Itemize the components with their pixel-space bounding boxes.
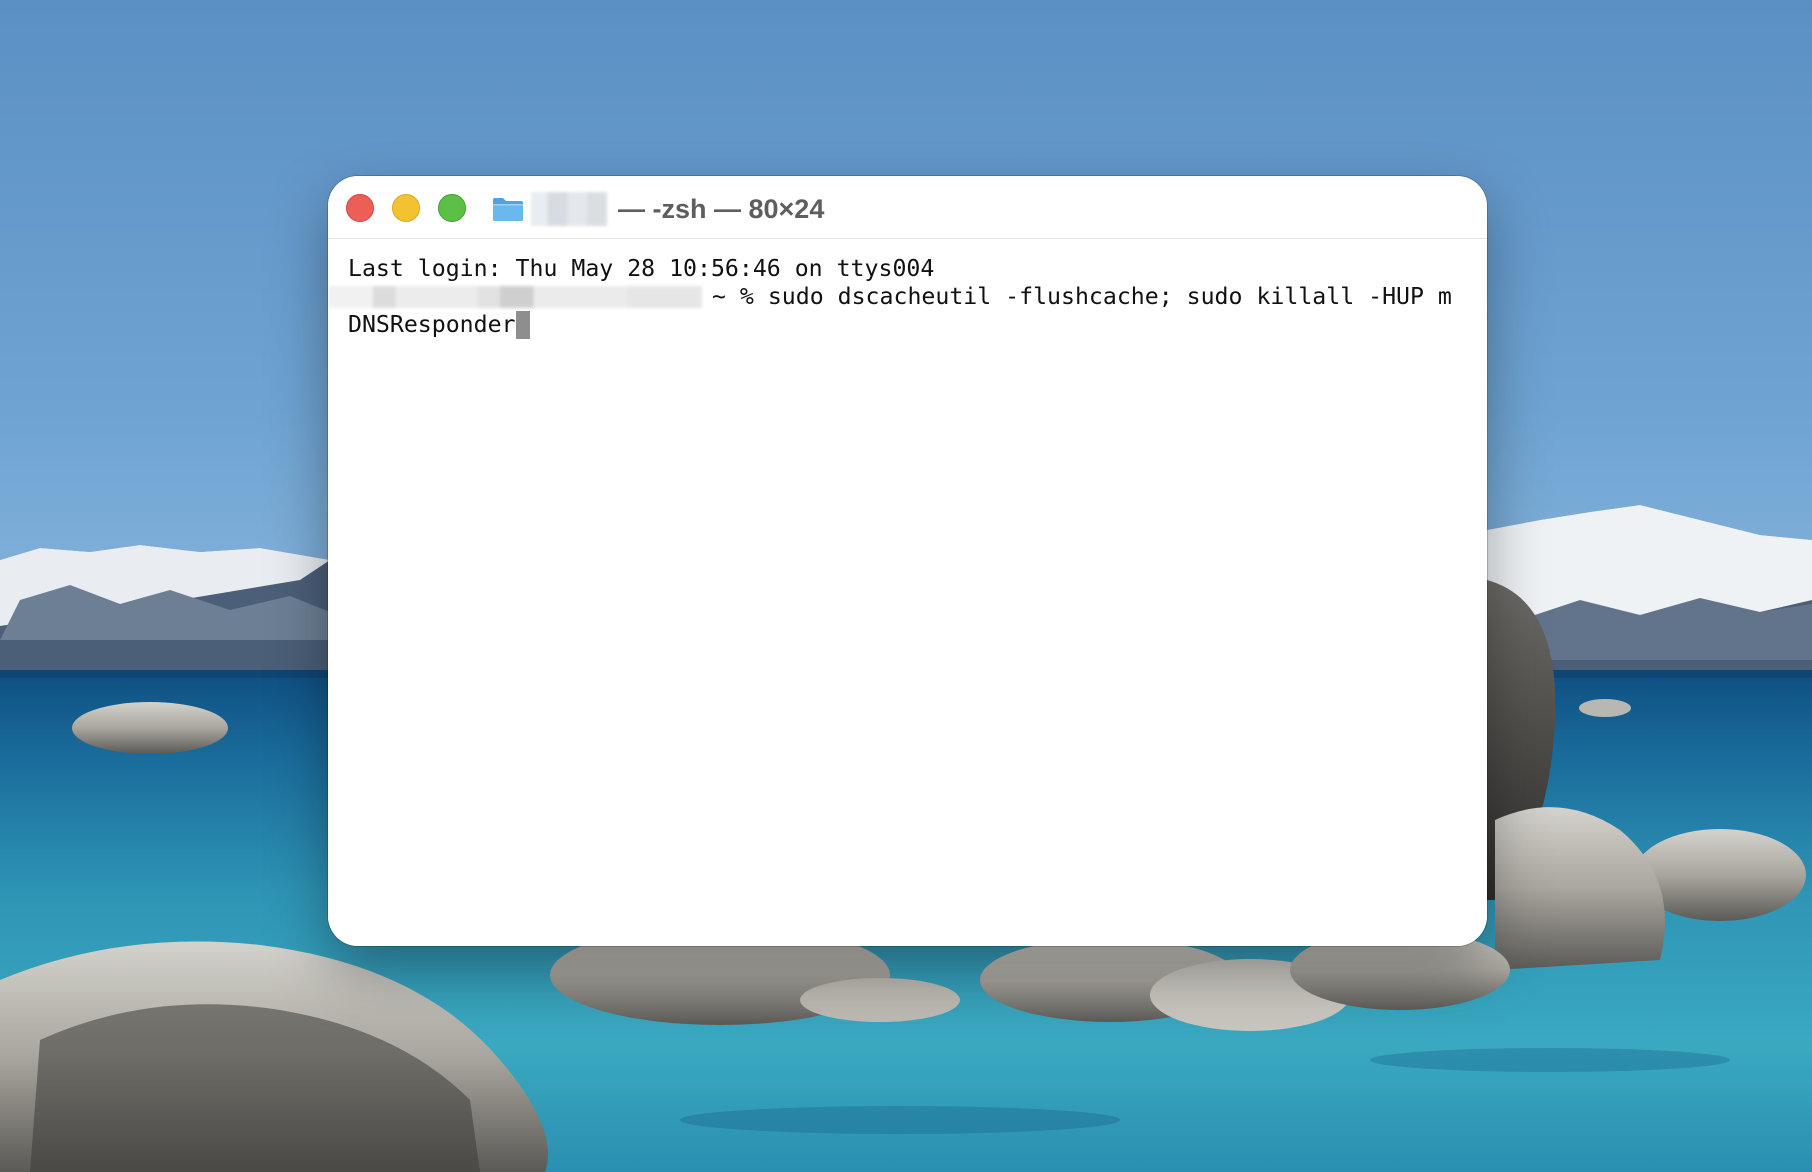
terminal-line: DNSResponder [348, 311, 530, 339]
zoom-button[interactable] [438, 194, 466, 222]
terminal-command-continued: DNSResponder [348, 311, 516, 338]
terminal-prompt-line: ~ % sudo dscacheutil -flushcache; sudo k… [328, 283, 1452, 311]
terminal-command: ~ % sudo dscacheutil -flushcache; sudo k… [712, 283, 1452, 310]
title-redacted [531, 192, 607, 226]
minimize-button[interactable] [392, 194, 420, 222]
terminal-output[interactable]: Last login: Thu May 28 10:56:46 on ttys0… [328, 239, 1487, 946]
terminal-line: Last login: Thu May 28 10:56:46 on ttys0… [348, 255, 935, 282]
text-cursor [515, 311, 530, 339]
folder-icon [492, 196, 524, 222]
window-title: — -zsh — 80×24 [618, 194, 825, 224]
terminal-window[interactable]: — -zsh — 80×24 Last login: Thu May 28 10… [328, 176, 1487, 946]
window-titlebar[interactable]: — -zsh — 80×24 [328, 176, 1487, 239]
close-button[interactable] [346, 194, 374, 222]
prompt-redacted [328, 286, 702, 308]
